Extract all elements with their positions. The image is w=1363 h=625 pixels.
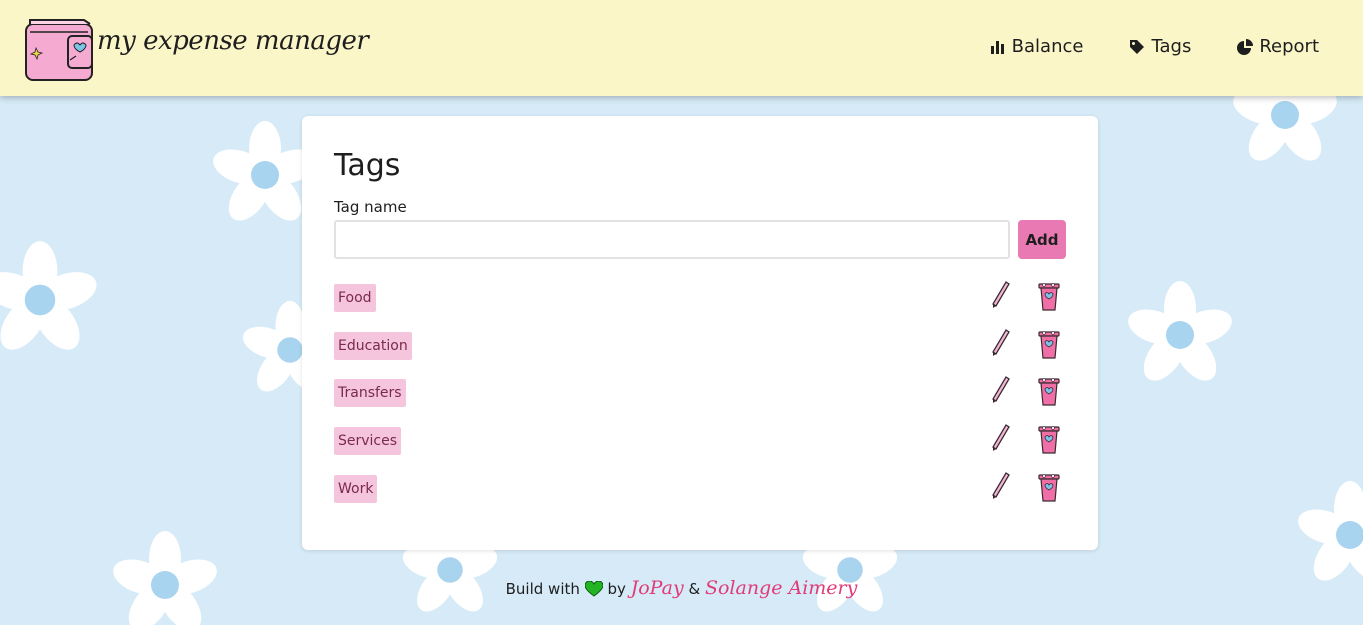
tag-badge: Work: [334, 475, 378, 503]
tag-badge: Education: [334, 332, 412, 360]
tag-row: Transfers: [334, 376, 1068, 407]
tag-icon: [1130, 39, 1145, 54]
page-title: Tags: [334, 148, 401, 183]
tag-badge: Transfers: [334, 379, 406, 407]
nav-balance-label: Balance: [1011, 36, 1084, 57]
flower-decoration: [0, 241, 97, 350]
top-navbar: my expense manager Balance Tags Report: [0, 0, 1363, 96]
nav-tags[interactable]: Tags: [1129, 36, 1191, 57]
footer-prefix: Build with: [505, 580, 580, 598]
pencil-icon[interactable]: [989, 423, 1011, 453]
trash-icon[interactable]: [1036, 423, 1062, 455]
tag-badge: Food: [334, 284, 376, 312]
pencil-icon[interactable]: [989, 328, 1011, 358]
footer-by: by: [607, 580, 626, 598]
pie-chart-icon: [1237, 38, 1254, 55]
tag-name-input[interactable]: [334, 220, 1010, 259]
add-tag-button[interactable]: Add: [1018, 220, 1066, 259]
tag-row: Services: [334, 424, 1068, 455]
tag-row: Work: [334, 472, 1068, 503]
nav-balance[interactable]: Balance: [990, 36, 1084, 57]
author-solange-link[interactable]: Solange Aimery: [705, 577, 857, 599]
flower-decoration: [1128, 281, 1232, 381]
bar-chart-icon: [990, 40, 1004, 54]
pencil-icon[interactable]: [989, 280, 1011, 310]
nav-report-label: Report: [1259, 36, 1319, 57]
nav-report[interactable]: Report: [1237, 36, 1319, 57]
footer-credits: Build with by JoPay & Solange Aimery: [0, 577, 1363, 599]
pencil-icon[interactable]: [989, 471, 1011, 501]
wallet-logo-icon[interactable]: [24, 18, 96, 84]
tag-name-label: Tag name: [334, 198, 407, 216]
nav-tags-label: Tags: [1151, 36, 1192, 57]
app-brand: my expense manager: [97, 26, 369, 56]
footer-amp: &: [688, 580, 701, 598]
main-nav: Balance Tags Report: [990, 36, 1319, 57]
flower-decoration: [1298, 481, 1363, 581]
trash-icon[interactable]: [1036, 471, 1062, 503]
tags-card: Tags Tag name Add Food Education Transfe…: [302, 116, 1098, 550]
author-jopay-link[interactable]: JoPay: [631, 577, 684, 599]
pencil-icon[interactable]: [989, 375, 1011, 405]
trash-icon[interactable]: [1036, 328, 1062, 360]
tag-row: Education: [334, 329, 1068, 360]
trash-icon[interactable]: [1036, 280, 1062, 312]
heart-icon: [584, 580, 604, 597]
tag-badge: Services: [334, 427, 402, 455]
tag-row: Food: [334, 281, 1068, 312]
trash-icon[interactable]: [1036, 375, 1062, 407]
